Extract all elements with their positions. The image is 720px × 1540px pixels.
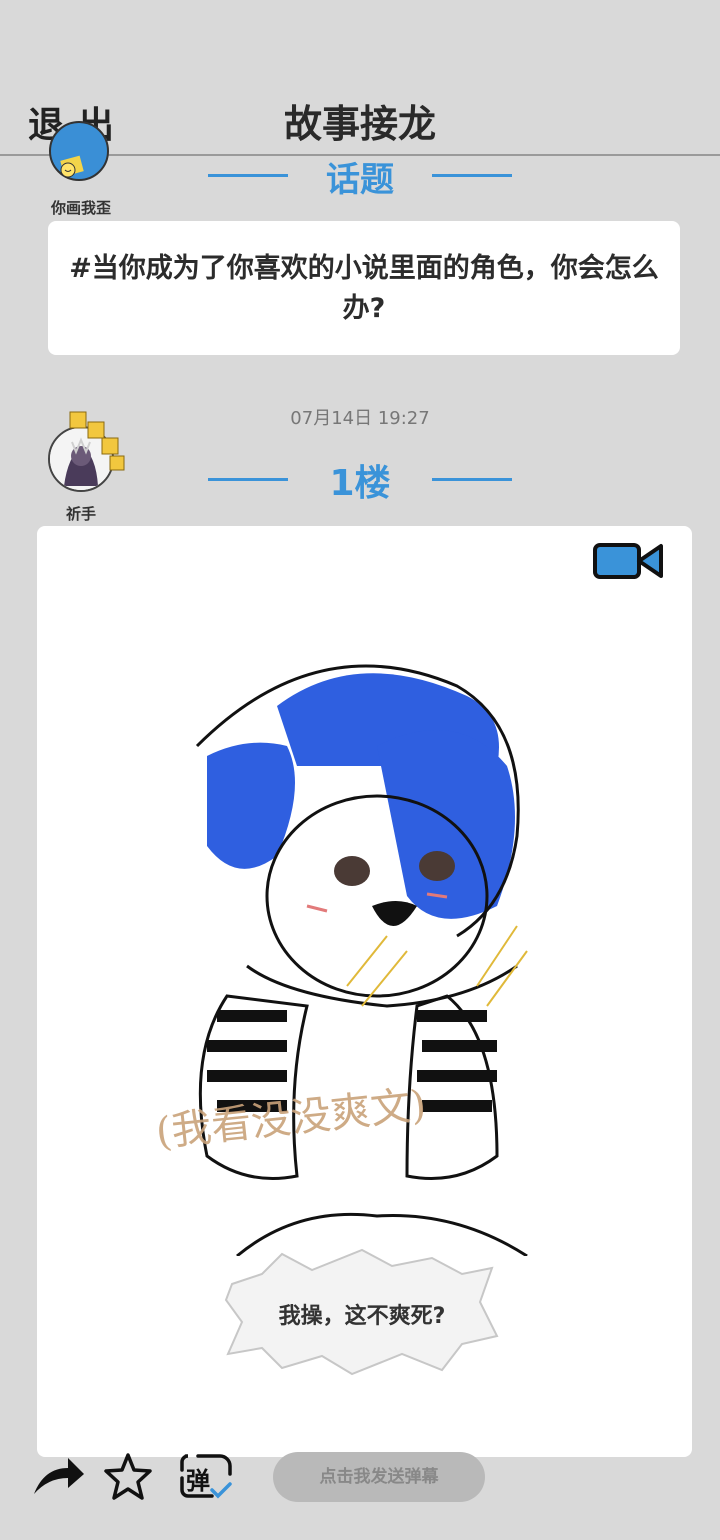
danmaku-toggle-char: 弹 (186, 1467, 210, 1495)
topic-dash-right (432, 174, 512, 177)
speech-bubble-text: 我操，这不爽死? (278, 1304, 446, 1329)
video-icon[interactable] (592, 540, 664, 582)
star-icon[interactable] (102, 1452, 154, 1502)
topic-card: #当你成为了你喜欢的小说里面的角色，你会怎么办? (48, 221, 680, 355)
danmaku-toggle-icon[interactable]: 弹 (176, 1452, 234, 1500)
floor-dash-right (432, 478, 512, 481)
topic-section-title: 话题 (326, 160, 394, 200)
post-author-name[interactable]: 祈手 (36, 503, 126, 524)
danmaku-input[interactable]: 点击我发送弹幕 (273, 1452, 485, 1502)
character-drawing (195, 664, 528, 1256)
top-header: 退出 故事接龙 (0, 0, 720, 155)
share-icon[interactable] (30, 1456, 86, 1500)
speech-bubble: 我操，这不爽死? (222, 1244, 502, 1380)
post-card: (我看没没爽文) 我操，这不爽死? (37, 526, 692, 1457)
topic-text: #当你成为了你喜欢的小说里面的角色，你会怎么办? (69, 253, 659, 324)
floor-label: 1楼 (329, 463, 391, 504)
